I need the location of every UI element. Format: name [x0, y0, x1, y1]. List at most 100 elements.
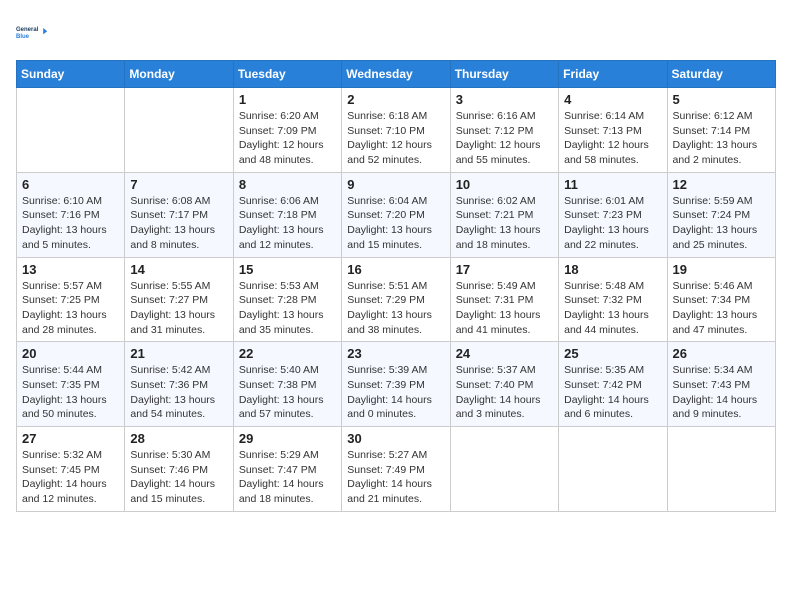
day-info: Sunrise: 6:16 AM Sunset: 7:12 PM Dayligh…: [456, 109, 553, 168]
calendar-cell: [559, 427, 667, 512]
day-number: 3: [456, 92, 553, 107]
col-header-wednesday: Wednesday: [342, 61, 450, 88]
day-info: Sunrise: 5:27 AM Sunset: 7:49 PM Dayligh…: [347, 448, 444, 507]
day-number: 17: [456, 262, 553, 277]
calendar-cell: 28 Sunrise: 5:30 AM Sunset: 7:46 PM Dayli…: [125, 427, 233, 512]
day-number: 30: [347, 431, 444, 446]
day-number: 27: [22, 431, 119, 446]
day-info: Sunrise: 6:02 AM Sunset: 7:21 PM Dayligh…: [456, 194, 553, 253]
calendar-cell: 30 Sunrise: 5:27 AM Sunset: 7:49 PM Dayli…: [342, 427, 450, 512]
logo-icon: GeneralBlue: [16, 16, 48, 48]
day-number: 21: [130, 346, 227, 361]
day-info: Sunrise: 6:08 AM Sunset: 7:17 PM Dayligh…: [130, 194, 227, 253]
calendar-cell: [17, 88, 125, 173]
day-number: 7: [130, 177, 227, 192]
calendar-cell: [125, 88, 233, 173]
day-number: 9: [347, 177, 444, 192]
calendar-cell: 9 Sunrise: 6:04 AM Sunset: 7:20 PM Daylig…: [342, 172, 450, 257]
day-number: 15: [239, 262, 336, 277]
col-header-tuesday: Tuesday: [233, 61, 341, 88]
calendar-cell: 16Sunrise: 5:51 AM Sunset: 7:29 PM Dayli…: [342, 257, 450, 342]
day-number: 12: [673, 177, 770, 192]
calendar-cell: 2 Sunrise: 6:18 AM Sunset: 7:10 PM Daylig…: [342, 88, 450, 173]
day-number: 26: [673, 346, 770, 361]
calendar-cell: 22 Sunrise: 5:40 AM Sunset: 7:38 PM Dayli…: [233, 342, 341, 427]
calendar-cell: 8Sunrise: 6:06 AM Sunset: 7:18 PM Daylig…: [233, 172, 341, 257]
calendar-cell: 25 Sunrise: 5:35 AM Sunset: 7:42 PM Dayli…: [559, 342, 667, 427]
day-number: 23: [347, 346, 444, 361]
day-info: Sunrise: 5:29 AM Sunset: 7:47 PM Dayligh…: [239, 448, 336, 507]
calendar-cell: 1 Sunrise: 6:20 AM Sunset: 7:09 PM Daylig…: [233, 88, 341, 173]
day-info: Sunrise: 5:35 AM Sunset: 7:42 PM Dayligh…: [564, 363, 661, 422]
day-info: Sunrise: 5:51 AM Sunset: 7:29 PM Dayligh…: [347, 279, 444, 338]
col-header-saturday: Saturday: [667, 61, 775, 88]
day-number: 5: [673, 92, 770, 107]
calendar-cell: 23 Sunrise: 5:39 AM Sunset: 7:39 PM Dayli…: [342, 342, 450, 427]
calendar-cell: 18 Sunrise: 5:48 AM Sunset: 7:32 PM Dayli…: [559, 257, 667, 342]
logo: GeneralBlue: [16, 16, 48, 48]
calendar-cell: 26 Sunrise: 5:34 AM Sunset: 7:43 PM Dayli…: [667, 342, 775, 427]
calendar-cell: 24Sunrise: 5:37 AM Sunset: 7:40 PM Dayli…: [450, 342, 558, 427]
calendar-cell: 13 Sunrise: 5:57 AM Sunset: 7:25 PM Dayli…: [17, 257, 125, 342]
calendar-cell: [667, 427, 775, 512]
col-header-friday: Friday: [559, 61, 667, 88]
day-number: 22: [239, 346, 336, 361]
day-number: 18: [564, 262, 661, 277]
col-header-monday: Monday: [125, 61, 233, 88]
day-info: Sunrise: 6:04 AM Sunset: 7:20 PM Dayligh…: [347, 194, 444, 253]
day-info: Sunrise: 6:10 AM Sunset: 7:16 PM Dayligh…: [22, 194, 119, 253]
calendar-cell: 27 Sunrise: 5:32 AM Sunset: 7:45 PM Dayli…: [17, 427, 125, 512]
calendar-cell: 15 Sunrise: 5:53 AM Sunset: 7:28 PM Dayli…: [233, 257, 341, 342]
calendar-cell: 10Sunrise: 6:02 AM Sunset: 7:21 PM Dayli…: [450, 172, 558, 257]
day-info: Sunrise: 5:48 AM Sunset: 7:32 PM Dayligh…: [564, 279, 661, 338]
day-info: Sunrise: 5:59 AM Sunset: 7:24 PM Dayligh…: [673, 194, 770, 253]
day-info: Sunrise: 5:32 AM Sunset: 7:45 PM Dayligh…: [22, 448, 119, 507]
calendar-cell: 20 Sunrise: 5:44 AM Sunset: 7:35 PM Dayli…: [17, 342, 125, 427]
day-info: Sunrise: 6:18 AM Sunset: 7:10 PM Dayligh…: [347, 109, 444, 168]
day-info: Sunrise: 5:39 AM Sunset: 7:39 PM Dayligh…: [347, 363, 444, 422]
calendar-cell: 6 Sunrise: 6:10 AM Sunset: 7:16 PM Daylig…: [17, 172, 125, 257]
day-info: Sunrise: 5:49 AM Sunset: 7:31 PM Dayligh…: [456, 279, 553, 338]
calendar-cell: 21 Sunrise: 5:42 AM Sunset: 7:36 PM Dayli…: [125, 342, 233, 427]
day-number: 1: [239, 92, 336, 107]
svg-text:Blue: Blue: [16, 34, 30, 40]
day-info: Sunrise: 5:53 AM Sunset: 7:28 PM Dayligh…: [239, 279, 336, 338]
day-info: Sunrise: 6:01 AM Sunset: 7:23 PM Dayligh…: [564, 194, 661, 253]
calendar-cell: 29Sunrise: 5:29 AM Sunset: 7:47 PM Dayli…: [233, 427, 341, 512]
calendar-cell: 11 Sunrise: 6:01 AM Sunset: 7:23 PM Dayli…: [559, 172, 667, 257]
day-info: Sunrise: 6:14 AM Sunset: 7:13 PM Dayligh…: [564, 109, 661, 168]
day-info: Sunrise: 5:55 AM Sunset: 7:27 PM Dayligh…: [130, 279, 227, 338]
day-info: Sunrise: 5:42 AM Sunset: 7:36 PM Dayligh…: [130, 363, 227, 422]
calendar-cell: 19Sunrise: 5:46 AM Sunset: 7:34 PM Dayli…: [667, 257, 775, 342]
page-header: GeneralBlue: [16, 16, 776, 48]
calendar-cell: 12 Sunrise: 5:59 AM Sunset: 7:24 PM Dayli…: [667, 172, 775, 257]
day-number: 6: [22, 177, 119, 192]
col-header-thursday: Thursday: [450, 61, 558, 88]
day-info: Sunrise: 6:06 AM Sunset: 7:18 PM Dayligh…: [239, 194, 336, 253]
day-number: 11: [564, 177, 661, 192]
day-info: Sunrise: 6:20 AM Sunset: 7:09 PM Dayligh…: [239, 109, 336, 168]
day-info: Sunrise: 6:12 AM Sunset: 7:14 PM Dayligh…: [673, 109, 770, 168]
day-number: 14: [130, 262, 227, 277]
day-info: Sunrise: 5:44 AM Sunset: 7:35 PM Dayligh…: [22, 363, 119, 422]
day-number: 2: [347, 92, 444, 107]
col-header-sunday: Sunday: [17, 61, 125, 88]
day-number: 25: [564, 346, 661, 361]
day-number: 24: [456, 346, 553, 361]
day-info: Sunrise: 5:34 AM Sunset: 7:43 PM Dayligh…: [673, 363, 770, 422]
day-number: 28: [130, 431, 227, 446]
calendar-cell: 7 Sunrise: 6:08 AM Sunset: 7:17 PM Daylig…: [125, 172, 233, 257]
day-info: Sunrise: 5:40 AM Sunset: 7:38 PM Dayligh…: [239, 363, 336, 422]
day-info: Sunrise: 5:46 AM Sunset: 7:34 PM Dayligh…: [673, 279, 770, 338]
calendar-cell: [450, 427, 558, 512]
day-info: Sunrise: 5:30 AM Sunset: 7:46 PM Dayligh…: [130, 448, 227, 507]
calendar-cell: 4 Sunrise: 6:14 AM Sunset: 7:13 PM Daylig…: [559, 88, 667, 173]
calendar-cell: 3 Sunrise: 6:16 AM Sunset: 7:12 PM Daylig…: [450, 88, 558, 173]
day-info: Sunrise: 5:57 AM Sunset: 7:25 PM Dayligh…: [22, 279, 119, 338]
day-number: 4: [564, 92, 661, 107]
day-number: 13: [22, 262, 119, 277]
calendar-table: SundayMondayTuesdayWednesdayThursdayFrid…: [16, 60, 776, 512]
day-number: 20: [22, 346, 119, 361]
calendar-cell: 14 Sunrise: 5:55 AM Sunset: 7:27 PM Dayli…: [125, 257, 233, 342]
calendar-cell: 5 Sunrise: 6:12 AM Sunset: 7:14 PM Daylig…: [667, 88, 775, 173]
